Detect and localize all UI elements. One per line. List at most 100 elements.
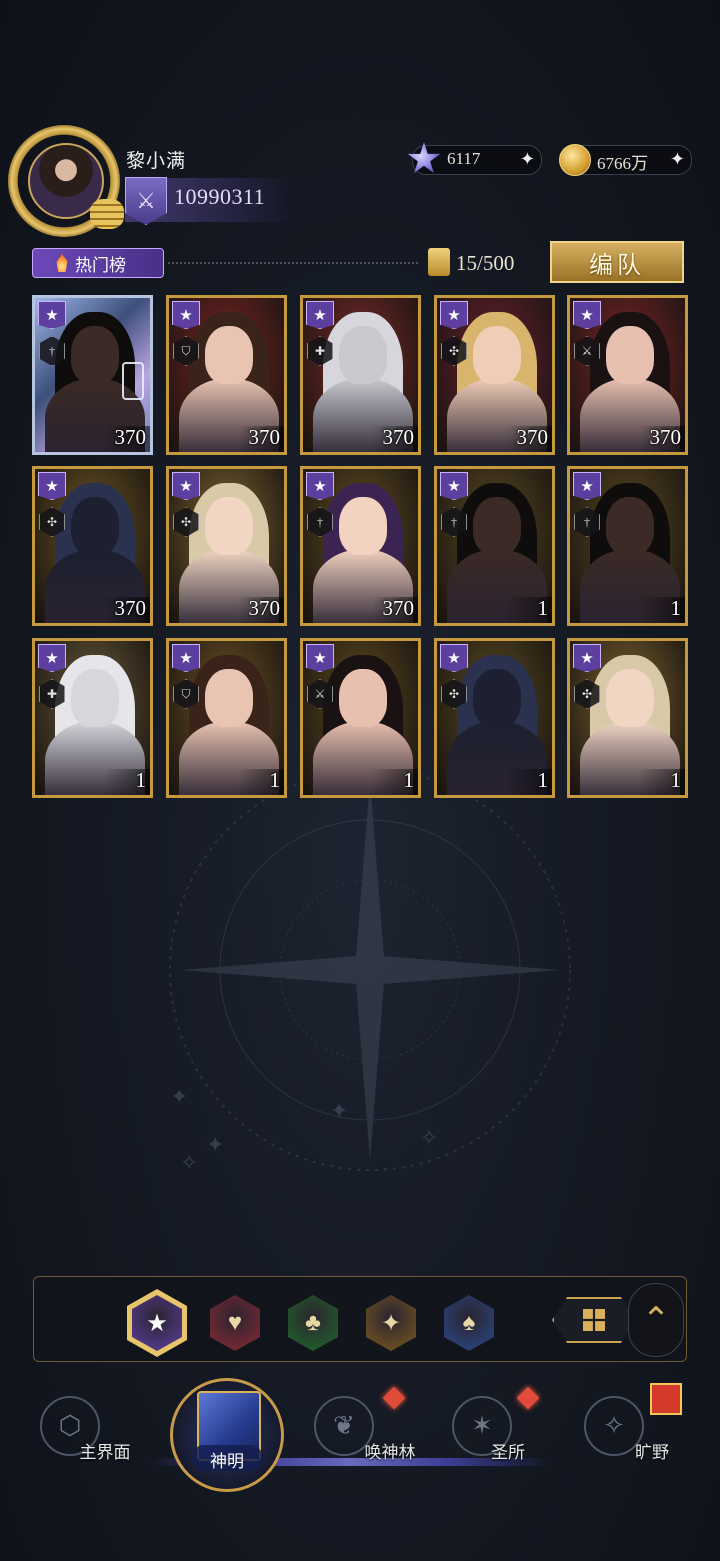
god-card[interactable]: ★ † 370: [32, 295, 153, 455]
god-card[interactable]: ★ ⚔ 370: [567, 295, 688, 455]
god-card[interactable]: ★ ✣ 1: [434, 638, 555, 798]
filter-heart[interactable]: ♥: [210, 1295, 260, 1351]
club-icon: ♣: [305, 1309, 321, 1336]
god-card[interactable]: ★ † 1: [434, 466, 555, 626]
nav-summon-forest[interactable]: ❦ 唤神林: [310, 1390, 430, 1470]
card-figure-head: [339, 669, 387, 727]
star-rank-icon: ★: [573, 472, 601, 500]
card-level: 370: [649, 425, 682, 449]
card-level: 1: [670, 768, 682, 792]
star-rank-icon: ★: [306, 644, 334, 672]
card-figure-head: [71, 326, 119, 384]
nav-gods-label: 神明: [210, 1452, 244, 1471]
formation-button[interactable]: 编队: [550, 241, 684, 283]
star-rank-icon: ★: [38, 644, 66, 672]
nav-gods[interactable]: 神明: [170, 1378, 284, 1492]
nav-summon-forest-label: 唤神林: [364, 1443, 416, 1462]
card-figure-head: [473, 669, 521, 727]
god-card[interactable]: ★ ✣ 1: [567, 638, 688, 798]
card-level: 1: [403, 768, 415, 792]
card-level: 370: [248, 425, 281, 449]
god-card[interactable]: ★ † 1: [567, 466, 688, 626]
hot-ranking-label: 热门榜: [75, 255, 126, 275]
star-rank-icon: ★: [38, 301, 66, 329]
coin-stack-icon: [90, 199, 124, 229]
filter-sparkle[interactable]: ✦: [366, 1295, 416, 1351]
gold-currency-value: 6766万: [597, 154, 648, 173]
card-level: 1: [135, 768, 147, 792]
card-figure-head: [339, 326, 387, 384]
add-star-currency-icon[interactable]: ✦: [520, 149, 535, 170]
god-card[interactable]: ★ ✣ 370: [32, 466, 153, 626]
nav-wilderness-label: 旷野: [635, 1443, 669, 1462]
player-name: 黎小满: [126, 151, 187, 172]
nav-wilderness[interactable]: ✧ 旷野: [580, 1390, 700, 1470]
spade-icon: ♠: [462, 1309, 476, 1336]
flame-icon: [56, 254, 68, 272]
god-card[interactable]: ★ ⛉ 370: [166, 295, 287, 455]
star-rank-icon: ★: [440, 644, 468, 672]
star-rank-icon: ★: [440, 472, 468, 500]
god-card[interactable]: ★ ✚ 1: [32, 638, 153, 798]
collapse-button[interactable]: ⌃: [628, 1283, 684, 1357]
card-figure-head: [71, 497, 119, 555]
nav-sanctum[interactable]: ✶ 圣所: [446, 1390, 566, 1470]
star-rank-icon: ★: [306, 472, 334, 500]
card-figure-head: [205, 326, 253, 384]
card-level: 370: [248, 596, 281, 620]
hot-ranking-tab[interactable]: 热门榜: [32, 248, 164, 278]
card-level: 1: [537, 768, 549, 792]
filter-club[interactable]: ♣: [288, 1295, 338, 1351]
filter-all[interactable]: [552, 1297, 636, 1343]
star-rank-icon: ★: [440, 301, 468, 329]
star-rank-icon: ★: [573, 644, 601, 672]
power-score: 10990311: [174, 184, 266, 209]
card-count: 15/500: [456, 251, 515, 275]
card-figure-head: [339, 497, 387, 555]
sparkle-icon: ✦: [380, 1310, 402, 1337]
star-icon: ★: [146, 1310, 168, 1337]
god-card[interactable]: ★ ✣ 370: [434, 295, 555, 455]
star-currency-value: 6117: [447, 149, 481, 168]
nav-main[interactable]: ⬡ 主界面: [38, 1390, 158, 1470]
gold-currency[interactable]: 6766万 ✦: [559, 144, 692, 176]
rune-emblem-icon: [122, 362, 144, 400]
card-figure-head: [205, 669, 253, 727]
card-count-icon: [428, 248, 450, 276]
god-card[interactable]: ★ † 370: [300, 466, 421, 626]
card-level: 1: [670, 596, 682, 620]
card-figure-head: [606, 497, 654, 555]
gift-icon[interactable]: [650, 1383, 682, 1415]
card-level: 370: [382, 596, 415, 620]
card-level: 1: [269, 768, 281, 792]
card-figure-head: [606, 669, 654, 727]
card-level: 370: [516, 425, 549, 449]
nav-sanctum-label: 圣所: [491, 1443, 525, 1462]
god-card[interactable]: ★ ⛉ 1: [166, 638, 287, 798]
player-avatar[interactable]: [8, 125, 124, 237]
star-rank-icon: ★: [172, 301, 200, 329]
filter-bar: ⌃ ★ ♥ ♣ ✦ ♠: [33, 1276, 687, 1362]
grid-icon: [583, 1309, 605, 1331]
star-rank-icon: ★: [172, 472, 200, 500]
star-rank-icon: ★: [172, 644, 200, 672]
god-card[interactable]: ★ ⚔ 1: [300, 638, 421, 798]
star-rank-icon: ★: [573, 301, 601, 329]
card-figure-head: [606, 326, 654, 384]
god-card[interactable]: ★ ✚ 370: [300, 295, 421, 455]
star-currency[interactable]: 6117 ✦: [407, 142, 542, 175]
star-crystal-icon: [407, 142, 441, 173]
dotted-divider: [168, 262, 418, 264]
card-level: 370: [114, 596, 147, 620]
filter-spade[interactable]: ♠: [444, 1295, 494, 1351]
card-figure-head: [71, 669, 119, 727]
card-figure-head: [473, 326, 521, 384]
card-level: 370: [382, 425, 415, 449]
heart-icon: ♥: [227, 1309, 243, 1336]
card-figure-head: [473, 497, 521, 555]
add-gold-currency-icon[interactable]: ✦: [670, 149, 685, 170]
gold-coin-icon: [559, 144, 591, 176]
god-card[interactable]: ★ ✣ 370: [166, 466, 287, 626]
background-compass-ornament: [169, 769, 571, 1171]
card-level: 370: [114, 425, 147, 449]
